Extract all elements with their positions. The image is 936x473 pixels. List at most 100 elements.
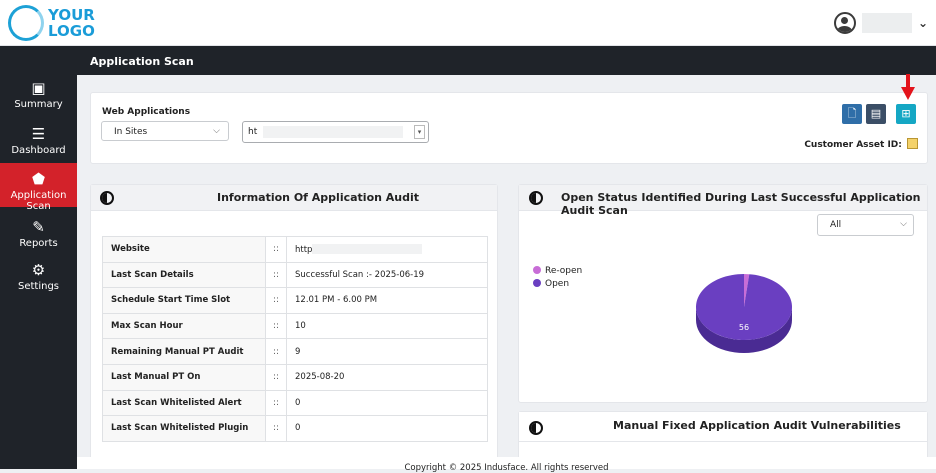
dashboard-icon: ☰ xyxy=(31,125,46,143)
table-row: Last Manual PT On:: 2025-08-20 xyxy=(102,363,488,391)
row-key: Website xyxy=(102,236,266,263)
row-key: Last Scan Whitelisted Alert xyxy=(102,389,266,417)
row-key: Last Manual PT On xyxy=(102,363,266,391)
table-row: Website:: http xyxy=(102,236,488,263)
row-separator: :: xyxy=(265,389,287,417)
row-value: 0 xyxy=(286,389,488,417)
contrast-icon xyxy=(100,191,114,205)
table-row: Last Scan Whitelisted Plugin:: 0 xyxy=(102,415,488,442)
status-filter-value: All xyxy=(830,220,842,230)
row-value: 9 xyxy=(286,338,488,365)
report-icon: 🗋 xyxy=(847,107,857,120)
customer-asset-id: Customer Asset ID: xyxy=(804,138,918,150)
summary-icon: ▣ xyxy=(31,79,46,97)
footer: Copyright © 2025 Indusface. All rights r… xyxy=(77,457,936,473)
logo-text-line2: LOGO xyxy=(48,22,95,40)
panel-title: Manual Fixed Application Audit Vulnerabi… xyxy=(613,419,901,432)
row-separator: :: xyxy=(265,363,287,391)
panel-title: Information Of Application Audit xyxy=(217,191,420,204)
audit-info-table: Website:: http Last Scan Details:: Successf… xyxy=(102,236,488,442)
redacted-website xyxy=(312,243,423,254)
website-value: ht xyxy=(248,127,258,137)
row-key: Last Scan Details xyxy=(102,261,266,289)
page-title-bar: Application Scan xyxy=(77,46,936,75)
logo[interactable]: YOUR LOGO xyxy=(8,3,98,43)
user-menu[interactable]: ⌄ xyxy=(833,10,928,36)
page-title: Application Scan xyxy=(90,55,194,68)
row-value-text: 0 xyxy=(295,423,301,434)
sidebar-item-reports[interactable]: ✎ Reports xyxy=(0,219,77,249)
panel-header: Manual Fixed Application Audit Vulnerabi… xyxy=(519,412,927,442)
user-name[interactable] xyxy=(861,13,912,33)
edit-icon: ✎ xyxy=(32,218,45,236)
edit-note-icon[interactable] xyxy=(907,138,918,149)
user-circle-icon[interactable] xyxy=(833,12,856,34)
application-audit-panel: Information Of Application Audit Website… xyxy=(90,184,498,460)
export-button[interactable]: ▤ xyxy=(866,104,886,124)
sidebar: ▣ Summary ☰ Dashboard ⬟ Application Scan… xyxy=(0,46,77,469)
legend-label: Re-open xyxy=(545,266,583,276)
row-value: Successful Scan :- 2025-06-19 xyxy=(286,261,488,289)
row-key: Remaining Manual PT Audit xyxy=(102,338,266,365)
sidebar-item-label: Reports xyxy=(19,238,58,249)
chevron-down-icon: ⌵ xyxy=(213,126,220,136)
legend-item-open[interactable]: Open xyxy=(533,279,569,289)
contrast-icon xyxy=(529,421,543,435)
scan-button[interactable]: ⊞ xyxy=(896,104,916,124)
sidebar-item-settings[interactable]: ⚙ Settings xyxy=(0,262,77,292)
web-applications-card: Web Applications In Sites ⌵ ht ▾ Custome… xyxy=(90,92,928,164)
report-button[interactable]: 🗋 xyxy=(842,104,862,124)
row-value: http xyxy=(286,236,488,263)
row-separator: :: xyxy=(265,261,287,289)
site-type-select[interactable]: In Sites ⌵ xyxy=(101,121,229,141)
export-icon: ▤ xyxy=(870,107,882,120)
sidebar-item-dashboard[interactable]: ☰ Dashboard xyxy=(0,126,77,156)
legend-item-reopen[interactable]: Re-open xyxy=(533,266,582,276)
site-type-value: In Sites xyxy=(114,127,148,137)
legend-label: Open xyxy=(545,279,570,289)
row-key: Schedule Start Time Slot xyxy=(102,287,266,314)
shield-icon: ⬟ xyxy=(31,170,46,188)
row-value-text: 12.01 PM - 6.00 PM xyxy=(295,295,378,306)
sidebar-item-application-scan[interactable]: ⬟ Application Scan xyxy=(0,163,77,212)
row-separator: :: xyxy=(265,415,287,442)
chevron-down-icon[interactable]: ⌄ xyxy=(918,16,928,30)
row-value: 0 xyxy=(286,415,488,442)
website-select[interactable]: ht ▾ xyxy=(242,121,429,143)
table-row: Last Scan Details:: Successful Scan :- 20… xyxy=(102,261,488,289)
web-applications-label: Web Applications xyxy=(102,107,191,117)
sidebar-item-summary[interactable]: ▣ Summary xyxy=(0,80,77,110)
table-row: Last Scan Whitelisted Alert:: 0 xyxy=(102,389,488,417)
open-status-pie-chart: 56 xyxy=(696,274,792,353)
copyright-text: Copyright © 2025 Indusface. All rights r… xyxy=(404,463,609,473)
logo-ring-icon xyxy=(8,5,44,41)
panel-header: Open Status Identified During Last Succe… xyxy=(519,185,927,217)
redacted-website xyxy=(263,126,403,138)
row-value-text: 9 xyxy=(295,346,301,357)
sidebar-item-label: Application Scan xyxy=(10,190,67,212)
status-filter-select[interactable]: All ⌵ xyxy=(817,214,914,236)
row-separator: :: xyxy=(265,287,287,314)
gear-icon: ⚙ xyxy=(31,261,46,279)
panel-header: Information Of Application Audit xyxy=(91,185,497,211)
customer-asset-label: Customer Asset ID: xyxy=(804,140,902,150)
sidebar-item-label: Summary xyxy=(14,99,63,110)
table-row: Schedule Start Time Slot:: 12.01 PM - 6.0… xyxy=(102,287,488,314)
chevron-down-icon: ⌵ xyxy=(900,219,907,229)
row-value: 10 xyxy=(286,312,488,340)
table-row: Remaining Manual PT Audit:: 9 xyxy=(102,338,488,365)
row-value-text: 0 xyxy=(295,397,301,408)
row-value: 12.01 PM - 6.00 PM xyxy=(286,287,488,314)
table-row: Max Scan Hour:: 10 xyxy=(102,312,488,340)
open-status-panel: Open Status Identified During Last Succe… xyxy=(518,184,928,403)
red-arrow-icon xyxy=(901,74,915,100)
scan-icon: ⊞ xyxy=(901,107,911,120)
row-value: 2025-08-20 xyxy=(286,363,488,391)
dropdown-arrow-icon: ▾ xyxy=(414,125,425,139)
logo-text-line1: YOUR xyxy=(48,6,95,24)
row-separator: :: xyxy=(265,312,287,340)
contrast-icon xyxy=(529,191,543,205)
row-separator: :: xyxy=(265,338,287,365)
row-separator: :: xyxy=(265,236,287,263)
top-bar: YOUR LOGO ⌄ xyxy=(0,0,936,46)
